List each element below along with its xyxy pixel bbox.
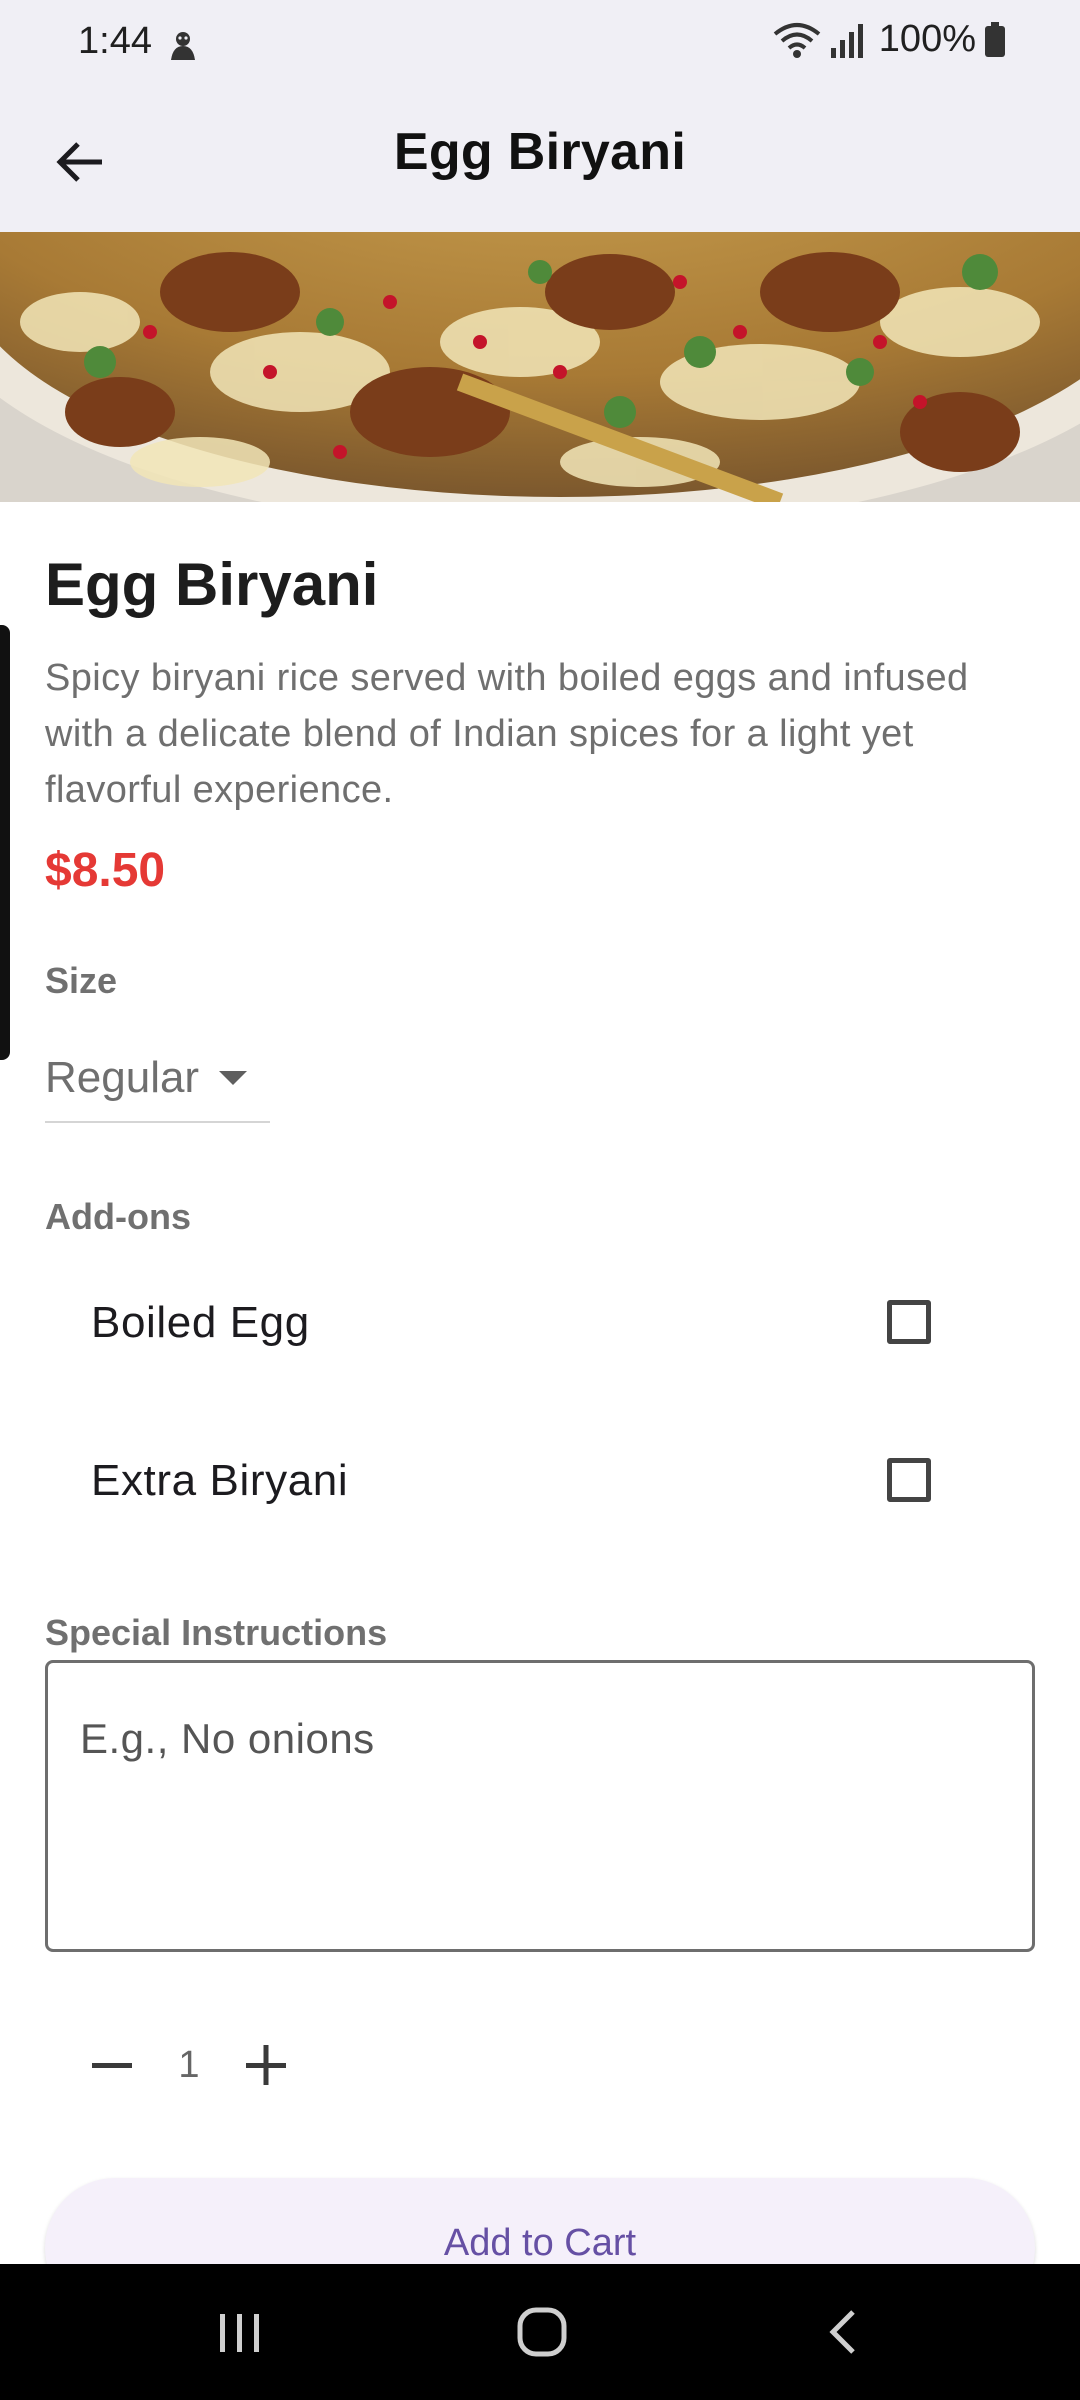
- biryani-photo: [0, 232, 1080, 502]
- addon-label: Boiled Egg: [91, 1298, 310, 1347]
- increase-quantity-button[interactable]: [234, 2033, 298, 2097]
- home-icon[interactable]: [512, 2304, 572, 2360]
- dish-price: $8.50: [45, 844, 166, 897]
- size-dropdown[interactable]: Regular: [45, 1035, 270, 1123]
- system-nav-bar: [0, 2264, 1080, 2400]
- addon-row-extra-biryani[interactable]: Extra Biryani: [0, 1408, 1080, 1558]
- addons-label: Add-ons: [45, 1196, 191, 1237]
- size-label: Size: [45, 960, 118, 1001]
- quantity-value: 1: [178, 2043, 200, 2086]
- wifi-icon: [773, 22, 821, 58]
- decrease-quantity-button[interactable]: [80, 2033, 144, 2097]
- instructions-placeholder: E.g., No onions: [80, 1715, 375, 1762]
- status-icons: 100%: [773, 18, 1006, 61]
- quantity-stepper: 1: [80, 2030, 298, 2100]
- special-instructions-field[interactable]: E.g., No onions: [45, 1660, 1035, 1952]
- status-time: 1:44: [78, 20, 152, 62]
- battery-icon: [985, 21, 1005, 57]
- plus-icon: [246, 2045, 286, 2085]
- addon-checkbox-extra-biryani[interactable]: [887, 1458, 931, 1502]
- status-bar: 1:44 100%: [0, 0, 1080, 90]
- battery-percent: 100%: [878, 18, 976, 60]
- dish-image: [0, 232, 1080, 502]
- recents-icon[interactable]: [210, 2304, 270, 2360]
- addon-checkbox-boiled-egg[interactable]: [887, 1300, 931, 1344]
- addon-label: Extra Biryani: [91, 1456, 349, 1505]
- dish-name: Egg Biryani: [45, 551, 379, 618]
- app-bar: Egg Biryani: [0, 90, 1080, 232]
- addon-row-boiled-egg[interactable]: Boiled Egg: [0, 1250, 1080, 1400]
- caret-down-icon: [219, 1071, 248, 1085]
- notification-icon: [171, 32, 195, 60]
- signal-icon: [830, 23, 863, 58]
- size-selected-value: Regular: [45, 1053, 200, 1102]
- page-title: Egg Biryani: [393, 123, 687, 181]
- screen: 1:44 100% Egg Biryani Egg Biryani Spicy …: [0, 0, 1080, 2400]
- back-chevron-icon[interactable]: [815, 2304, 875, 2360]
- instructions-label: Special Instructions: [45, 1612, 388, 1653]
- minus-icon: [92, 2063, 132, 2068]
- edge-panel-handle[interactable]: [0, 625, 10, 1060]
- add-to-cart-label: Add to Cart: [443, 2222, 637, 2264]
- dish-description: Spicy biryani rice served with boiled eg…: [45, 657, 969, 811]
